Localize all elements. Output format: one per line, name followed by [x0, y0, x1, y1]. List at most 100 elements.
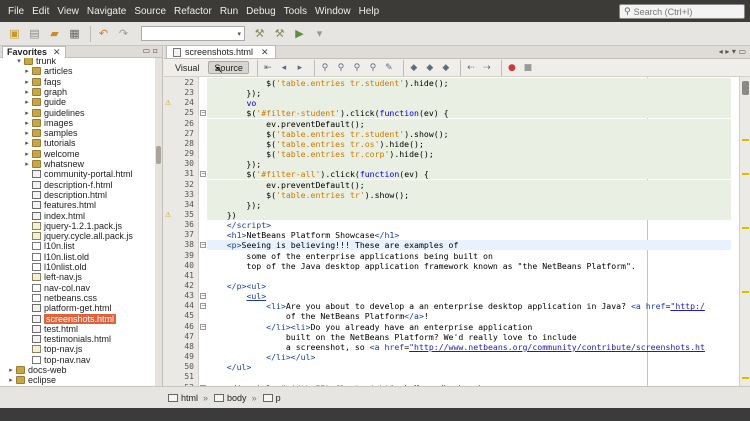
fold-toggle-icon[interactable]: − — [200, 171, 206, 178]
fold-toggle-icon[interactable]: − — [200, 110, 206, 117]
menu-refactor[interactable]: Refactor — [170, 6, 216, 17]
expand-toggle-icon[interactable]: ▸ — [6, 376, 16, 384]
menu-view[interactable]: View — [53, 6, 83, 17]
tree-item[interactable]: ▸ tutorials — [0, 138, 156, 148]
expand-toggle-icon[interactable]: ▸ — [22, 67, 32, 75]
tree-item[interactable]: ▸ graph — [0, 87, 156, 97]
code-line[interactable]: </ul> — [207, 362, 731, 372]
breadcrumb-item-html[interactable]: html » — [168, 393, 208, 403]
expand-toggle-icon[interactable]: ▸ — [22, 109, 32, 117]
code-line[interactable]: $('table.entries tr.corp').hide(); — [207, 149, 731, 160]
previous-bookmark-icon[interactable]: ◆ — [408, 62, 420, 74]
tab-favorites[interactable]: Favorites ✕ — [2, 45, 66, 58]
code-line[interactable] — [207, 271, 731, 281]
tree-item[interactable]: ▸ eclipse — [0, 375, 156, 385]
code-line[interactable]: some of the enterprise applications bein… — [207, 251, 731, 261]
code-line[interactable]: ev.preventDefault(); — [207, 179, 731, 190]
code-line[interactable]: $('table.entries tr.student').hide(); — [207, 78, 731, 88]
code-line[interactable]: }); — [207, 159, 731, 170]
code-line[interactable]: of the NetBeans Platform</a>! — [207, 311, 731, 321]
last-edit-icon[interactable]: ⇤ — [262, 62, 274, 74]
code-line[interactable]: $('table.entries tr.os').hide(); — [207, 138, 731, 149]
breadcrumb-item-p[interactable]: p — [262, 393, 281, 403]
fold-toggle-icon[interactable]: − — [200, 242, 206, 249]
undo-icon[interactable]: ↶ — [95, 25, 112, 42]
expand-toggle-icon[interactable]: ▸ — [22, 119, 32, 127]
menu-navigate[interactable]: Navigate — [83, 6, 130, 17]
expand-toggle-icon[interactable]: ▸ — [22, 160, 32, 168]
tree-item[interactable]: nav-col.nav — [0, 283, 156, 293]
stop-macro-icon[interactable]: ■ — [522, 62, 534, 74]
menu-source[interactable]: Source — [130, 6, 170, 17]
toggle-bookmark-icon[interactable]: ◆ — [440, 62, 452, 74]
run-dropdown-icon[interactable]: ▾ — [311, 25, 328, 42]
tree-item[interactable]: testimonials.html — [0, 334, 156, 344]
tree-scrollbar[interactable] — [155, 58, 162, 406]
tree-item[interactable]: jquery.cycle.all.pack.js — [0, 231, 156, 241]
tree-item[interactable]: platform-get.html — [0, 303, 156, 313]
tree-item[interactable]: top-nav.nav — [0, 355, 156, 365]
save-all-icon[interactable]: ▦ — [66, 25, 83, 42]
search-box[interactable]: ⚲ — [619, 4, 745, 19]
menu-tools[interactable]: Tools — [280, 6, 311, 17]
code-line[interactable]: <h1>NetBeans Platform Showcase</h1> — [207, 230, 731, 240]
start-macro-icon[interactable]: ● — [506, 62, 518, 74]
menu-help[interactable]: Help — [355, 6, 384, 17]
warning-icon[interactable]: ⚠ — [165, 98, 171, 108]
code-editor[interactable]: 22 23 24 ⚠ 25 26 27 28 29 30 31 32 33 34 35 ⚠ 36 37 38 39 40… — [164, 77, 750, 395]
toggle-highlight-icon[interactable]: ✎ — [383, 62, 395, 74]
tree-item[interactable]: features.html — [0, 200, 156, 210]
tree-item[interactable]: l10n.list — [0, 241, 156, 251]
tree-item[interactable]: ▸ guidelines — [0, 108, 156, 118]
menu-window[interactable]: Window — [311, 6, 355, 17]
tree-item[interactable]: community-portal.html — [0, 169, 156, 179]
panel-minimize-icon[interactable]: ▭ ▫ — [142, 46, 158, 55]
expand-toggle-icon[interactable]: ▸ — [22, 78, 32, 86]
expand-toggle-icon[interactable]: ▸ — [6, 366, 16, 374]
code-line[interactable]: <ul> — [207, 291, 731, 301]
code-line[interactable]: }); — [207, 199, 731, 210]
tree-item[interactable]: l10n.list.old — [0, 252, 156, 262]
tree-item[interactable]: ▸ images — [0, 118, 156, 128]
expand-toggle-icon[interactable]: ▾ — [14, 58, 24, 65]
next-bookmark-icon[interactable]: ◆ — [424, 62, 436, 74]
tree-item[interactable]: left-nav.js — [0, 272, 156, 282]
search-input[interactable] — [633, 6, 734, 17]
code-line[interactable] — [207, 372, 731, 382]
code-line[interactable]: vo — [207, 98, 731, 109]
code-line[interactable]: $('#filter-student').click(function(ev) … — [207, 108, 731, 119]
code-line[interactable]: ev.preventDefault(); — [207, 118, 731, 129]
tree-item[interactable]: test.html — [0, 324, 156, 334]
code-line[interactable]: </li><li>Do you already have an enterpri… — [207, 322, 731, 332]
fold-toggle-icon[interactable]: − — [200, 323, 206, 330]
tree-item[interactable]: netbeans.css — [0, 293, 156, 303]
new-file-icon[interactable]: ▤ — [26, 25, 43, 42]
menu-file[interactable]: File — [4, 6, 28, 17]
forward-icon[interactable]: ▸ — [294, 62, 306, 74]
tree-item[interactable]: ▸ samples — [0, 128, 156, 138]
tree-item[interactable]: jquery-1.2.1.pack.js — [0, 221, 156, 231]
tree-item[interactable]: index.html — [0, 211, 156, 221]
code-line[interactable]: }) — [207, 209, 731, 220]
tree-item[interactable]: ▸ faqs — [0, 77, 156, 87]
breadcrumb-item-body[interactable]: body » — [214, 393, 257, 403]
menu-run[interactable]: Run — [216, 6, 242, 17]
code-line[interactable]: <p>Seeing is believing!!! These are exam… — [207, 240, 731, 251]
error-stripe-mark[interactable] — [742, 139, 749, 141]
tree-item[interactable]: top-nav.js — [0, 344, 156, 354]
build-icon[interactable]: ⚒ — [251, 25, 268, 42]
redo-icon[interactable]: ↷ — [115, 25, 132, 42]
close-icon[interactable]: ✕ — [53, 47, 61, 58]
editor-vertical-scrollbar[interactable] — [739, 77, 750, 395]
expand-toggle-icon[interactable]: ▸ — [22, 98, 32, 106]
expand-toggle-icon[interactable]: ▸ — [22, 150, 32, 158]
shift-right-icon[interactable]: ⇢ — [481, 62, 493, 74]
tree-item[interactable]: ▸ articles — [0, 66, 156, 76]
tab-list-icon[interactable]: ◂ ▸ ▾ ▭ — [719, 47, 746, 56]
expand-toggle-icon[interactable]: ▸ — [22, 129, 32, 137]
find-next-icon[interactable]: ⚲ — [351, 62, 363, 74]
find-icon[interactable]: ⚲ — [319, 62, 331, 74]
open-project-icon[interactable]: ▰ — [46, 25, 63, 42]
clean-build-icon[interactable]: ⚒ — [271, 25, 288, 42]
tree-scroll-thumb[interactable] — [156, 146, 161, 164]
